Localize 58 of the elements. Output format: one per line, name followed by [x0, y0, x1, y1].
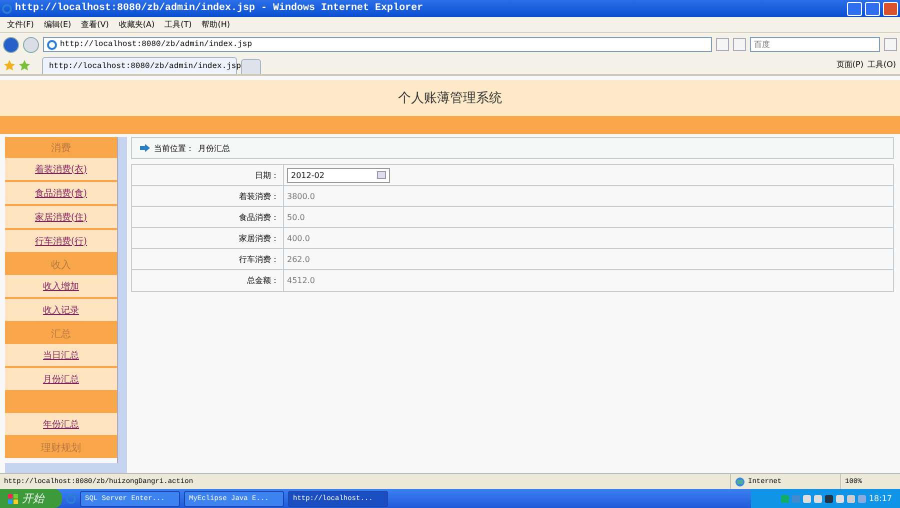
close-button[interactable]: [883, 2, 898, 16]
calendar-icon[interactable]: [377, 171, 386, 179]
restore-button[interactable]: [865, 2, 880, 16]
forward-button[interactable]: [23, 36, 39, 52]
back-button[interactable]: [3, 36, 19, 52]
section-header: 消费: [5, 137, 117, 158]
table-cell: 着装消费：: [132, 186, 284, 206]
menu-item[interactable]: 文件(F): [4, 19, 37, 30]
windows-icon: [8, 494, 18, 504]
table-cell: 家居消费：: [132, 228, 284, 248]
table-cell: 总金额：: [132, 270, 284, 291]
menu-item[interactable]: 查看(V): [78, 19, 112, 30]
window-title: http://localhost:8080/zb/admin/index.jsp - Windows Internet Explorer: [15, 3, 424, 14]
sidebar-link[interactable]: 收入记录: [5, 299, 117, 323]
menu-item[interactable]: 收藏夹(A): [116, 19, 158, 30]
address-field[interactable]: http://localhost:8080/zb/admin/index.jsp: [43, 37, 712, 52]
sidebar-link[interactable]: 着装消费(衣): [5, 158, 117, 182]
table-cell-text: 3800.0: [286, 190, 316, 202]
clock: 18:17: [868, 494, 892, 503]
date-field[interactable]: 2012-02: [287, 168, 390, 182]
sidebar-link[interactable]: 收入增加: [5, 275, 117, 299]
table-cell: 行车消费：: [132, 249, 284, 269]
section-header: 收入: [5, 254, 117, 275]
refresh-button[interactable]: [716, 38, 729, 51]
breadcrumb-label: 当前位置：: [154, 142, 194, 154]
section-header: 汇总: [5, 323, 117, 344]
page-icon: [47, 40, 57, 50]
globe-icon: [735, 476, 745, 486]
arrow-icon: [140, 144, 150, 152]
menu-item[interactable]: 编辑(E): [40, 19, 74, 30]
sidebar-link[interactable]: 行车消费(行): [5, 230, 117, 254]
page-title: 个人账薄管理系统: [398, 90, 502, 107]
sidebar-link[interactable]: 食品消费(食): [5, 182, 117, 206]
menu-item[interactable]: 工具(T): [162, 19, 195, 30]
sidebar-link[interactable]: 当日汇总: [5, 344, 117, 368]
table-cell-text: 262.0: [286, 254, 311, 266]
table-cell-text: 400.0: [286, 232, 311, 244]
star-icon[interactable]: [4, 60, 15, 71]
start-button[interactable]: 开始: [0, 489, 62, 508]
vertical-scrollbar[interactable]: [117, 137, 127, 463]
minimize-button[interactable]: [847, 2, 862, 16]
stop-button[interactable]: [733, 38, 746, 51]
table-cell-text: 4512.0: [286, 275, 316, 287]
search-button[interactable]: [884, 38, 897, 51]
sidebar-link[interactable]: 家居消费(住): [5, 206, 117, 230]
sidebar-link[interactable]: 年份汇总: [5, 413, 117, 437]
search-field[interactable]: 百度: [750, 37, 880, 52]
horizontal-scrollbar[interactable]: [5, 463, 127, 473]
table-cell-text: 50.0: [286, 212, 306, 224]
breadcrumb-value: 月份汇总: [198, 142, 230, 154]
menu-item[interactable]: 帮助(H): [198, 19, 233, 30]
section-header: 理财规划: [5, 437, 117, 458]
add-favorite-icon[interactable]: [19, 60, 30, 71]
table-cell: 食品消费：: [132, 207, 284, 227]
sidebar-link[interactable]: 月份汇总: [5, 368, 117, 392]
command-button[interactable]: 页面(P): [836, 59, 864, 70]
table-cell: 日期：: [132, 165, 284, 185]
command-button[interactable]: 工具(O): [867, 59, 896, 70]
